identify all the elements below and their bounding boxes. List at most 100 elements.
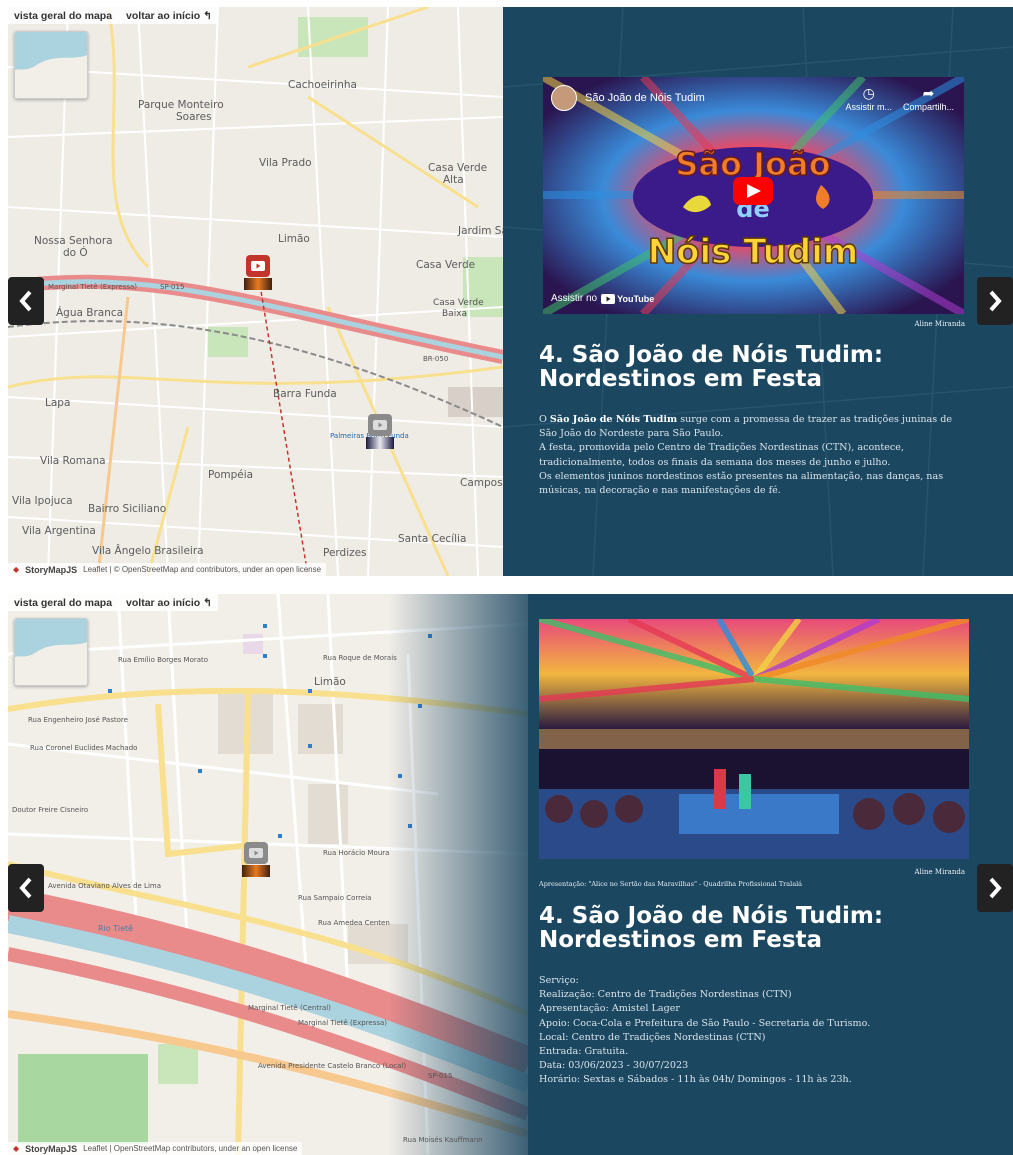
service-line: Apresentação: Amistel Lager — [539, 1003, 681, 1015]
map-label: BR-050 — [423, 355, 449, 363]
video-icon — [368, 414, 392, 436]
storymap-slide-1: Cachoeirinha Parque Monteiro Soares Vila… — [8, 7, 1013, 576]
map-label: Cachoeirinha — [288, 79, 357, 91]
marker-thumbnail — [366, 437, 394, 449]
map-view[interactable]: Cachoeirinha Parque Monteiro Soares Vila… — [8, 7, 503, 576]
map-marker[interactable] — [366, 414, 394, 449]
map-label: Rua Sampaio Correia — [298, 894, 372, 902]
watch-later-label: Assistir m... — [845, 102, 893, 112]
minimap[interactable] — [14, 31, 88, 99]
chevron-right-icon — [989, 877, 1002, 899]
map-label: Marginal Tietê (Expressa) — [48, 283, 138, 291]
map-label: Casa Verde — [433, 298, 484, 308]
video-thumbnail: São João de Nóis Tudim — [543, 77, 964, 314]
minimap[interactable] — [14, 618, 88, 686]
share-button[interactable]: ➦ Compartilh... — [903, 85, 954, 112]
map-label: Lapa — [45, 397, 71, 409]
storymap-slide-2: Limão Rua Roque de Morais Rua Emílio Bor… — [8, 594, 1013, 1155]
youtube-play-icon — [601, 293, 616, 304]
brand-name[interactable]: StoryMapJS — [25, 1144, 77, 1154]
map-navigation: vista geral do mapa voltar ao início ↰ — [8, 594, 218, 611]
map-label: Barra Funda — [273, 388, 337, 400]
overview-link[interactable]: vista geral do mapa — [14, 597, 112, 609]
watch-on-youtube[interactable]: Assistir no YouTube — [551, 293, 654, 304]
title-line: 4. São João de Nóis Tudim: — [539, 342, 884, 368]
service-line: Entrada: Gratuita. — [539, 1046, 629, 1058]
map-view[interactable]: Limão Rua Roque de Morais Rua Emílio Bor… — [8, 594, 528, 1155]
map-label: Casa Verde — [416, 259, 476, 271]
map-label: Bairro Siciliano — [88, 503, 167, 515]
media-credit: Aline Miranda — [914, 868, 966, 876]
map-label: Campos — [460, 477, 503, 489]
map-label: Rio Tietê — [98, 924, 134, 933]
map-label: Perdizes — [323, 547, 367, 559]
media-credit: Aline Miranda — [914, 320, 966, 328]
map-label: Marginal Tietê (Central) — [248, 1004, 331, 1012]
map-label: Jardim São Bento — [458, 225, 503, 237]
minimap-shape — [15, 619, 87, 685]
attribution-text[interactable]: Leaflet | © OpenStreetMap and contributo… — [83, 565, 321, 574]
map-label: Pompéia — [208, 469, 254, 481]
storymap-logo-icon: ◆ — [13, 565, 20, 574]
map-label: Soares — [176, 111, 212, 123]
next-slide-button[interactable] — [977, 864, 1013, 912]
map-label: Santa Cecília — [398, 533, 467, 545]
channel-avatar[interactable] — [551, 85, 577, 111]
map-label: Rua Emílio Borges Morato — [118, 656, 209, 664]
share-icon: ➦ — [922, 85, 935, 101]
map-label: Avenida Presidente Castelo Branco (Local… — [258, 1062, 407, 1070]
title-line: Nordestinos em Festa — [539, 927, 823, 953]
service-info: Serviço: Realização: Centro de Tradições… — [539, 974, 979, 1088]
map-label: SP-015 — [428, 1072, 453, 1080]
overview-link[interactable]: vista geral do mapa — [14, 10, 112, 22]
video-icon — [244, 842, 268, 864]
home-link[interactable]: voltar ao início ↰ — [126, 597, 212, 609]
next-slide-button[interactable] — [977, 277, 1013, 325]
slide-title: 4. São João de Nóis Tudim: Nordestinos e… — [539, 904, 883, 952]
slide-title: 4. São João de Nóis Tudim: Nordestinos e… — [539, 343, 883, 391]
map-label: Nossa Senhora — [34, 235, 113, 247]
youtube-label: YouTube — [617, 293, 655, 304]
service-line: Realização: Centro de Tradições Nordesti… — [539, 989, 792, 1001]
map-label: Rua Amedea Centen — [318, 919, 390, 927]
map-label: Doutor Freire Cisneiro — [12, 806, 89, 814]
marker-thumbnail — [242, 865, 270, 877]
attribution-text[interactable]: Leaflet | OpenStreetMap contributors, un… — [83, 1144, 297, 1153]
chevron-left-icon — [19, 290, 32, 312]
youtube-logo: YouTube — [601, 293, 655, 304]
map-label: Rua Horácio Moura — [323, 849, 390, 857]
service-line: Apoio: Coca-Cola e Prefeitura de São Pau… — [539, 1017, 871, 1029]
map-label: Casa Verde — [428, 162, 488, 174]
service-line: Data: 03/06/2023 - 30/07/2023 — [539, 1060, 689, 1072]
youtube-embed[interactable]: São João de Nóis Tudim São João de Nóis … — [543, 77, 964, 314]
map-marker-active[interactable] — [242, 842, 270, 877]
minimap-shape — [15, 32, 87, 98]
map-label: Vila Ângelo Brasileira — [92, 545, 204, 557]
home-link[interactable]: voltar ao início ↰ — [126, 10, 212, 22]
paragraph: O São João de Nóis Tudim surge com a pro… — [539, 413, 969, 441]
festival-crowd-image — [539, 619, 969, 859]
map-label: Rua Moisés Kauffmann — [403, 1136, 483, 1144]
chevron-right-icon — [989, 290, 1002, 312]
map-label: Alta — [443, 174, 464, 186]
video-title[interactable]: São João de Nóis Tudim — [585, 92, 705, 104]
brand-name[interactable]: StoryMapJS — [25, 565, 77, 575]
map-marker-active[interactable] — [244, 255, 272, 290]
map-label: Limão — [278, 233, 310, 245]
paragraph: A festa, promovida pelo Centro de Tradiç… — [539, 442, 905, 468]
map-attribution: ◆ StoryMapJS Leaflet | OpenStreetMap con… — [8, 1142, 303, 1155]
service-line: Serviço: — [539, 975, 579, 986]
paragraph: Os elementos juninos nordestinos estão p… — [539, 470, 944, 497]
video-logo-line3: Nóis Tudim — [648, 232, 859, 272]
map-label: Vila Romana — [40, 455, 106, 467]
map-label: Marginal Tietê (Expressa) — [298, 1019, 388, 1027]
story-panel: São João de Nóis Tudim São João de Nóis … — [503, 7, 1013, 576]
media-caption: Apresentação: "Alice no Sertão das Marav… — [539, 880, 803, 888]
map-attribution: ◆ StoryMapJS Leaflet | © OpenStreetMap a… — [8, 563, 327, 576]
marker-thumbnail — [244, 278, 272, 290]
previous-slide-button[interactable] — [8, 864, 44, 912]
event-photo[interactable] — [539, 619, 969, 859]
watch-later-button[interactable]: ◷ Assistir m... — [846, 85, 893, 112]
watch-on-label: Assistir no — [551, 293, 598, 304]
previous-slide-button[interactable] — [8, 277, 44, 325]
